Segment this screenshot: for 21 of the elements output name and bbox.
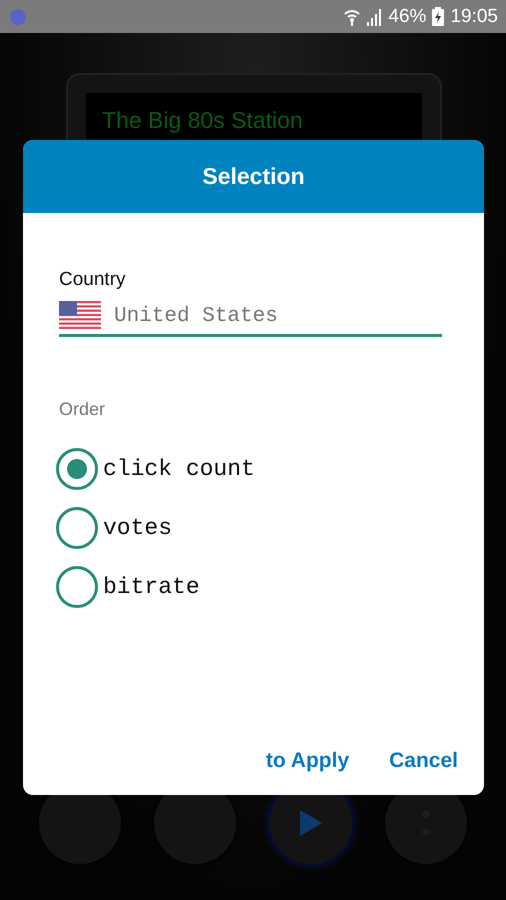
radio-button[interactable] [56, 507, 98, 549]
wifi-icon [344, 8, 360, 26]
dialog-title: Selection [23, 140, 484, 213]
radio-label[interactable]: bitrate [103, 574, 200, 600]
order-label: Order [59, 399, 106, 420]
flag-icon [59, 301, 101, 331]
radio-label[interactable]: click count [103, 456, 255, 482]
signal-icon [366, 8, 382, 26]
app-icon [10, 8, 26, 24]
radio-button[interactable] [56, 566, 98, 608]
cancel-button[interactable]: Cancel [389, 745, 458, 777]
country-label: Country [59, 269, 127, 291]
country-field[interactable]: United States [59, 301, 442, 337]
play-icon [300, 810, 322, 836]
station-name: The Big 80s Station [102, 107, 303, 133]
apply-button[interactable]: to Apply [266, 745, 350, 777]
radio-button[interactable] [56, 448, 98, 490]
radio-label[interactable]: votes [103, 515, 172, 541]
clock: 19:05 [450, 6, 498, 28]
battery-charging-icon [432, 7, 444, 26]
battery-percent: 46% [388, 6, 426, 28]
